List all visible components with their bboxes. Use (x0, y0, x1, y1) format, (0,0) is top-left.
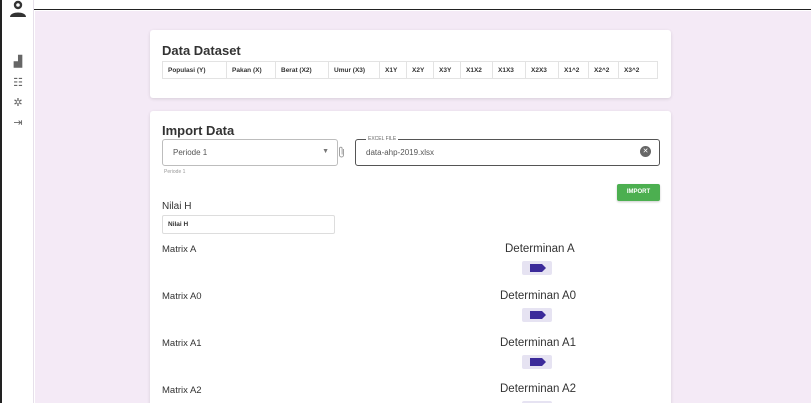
main-content: Data Dataset Populasi (Y) Pakan (X) Bera… (35, 11, 811, 403)
dataset-header-row: Populasi (Y) Pakan (X) Berat (X2) Umur (… (162, 61, 658, 79)
determinan-a0-label: Determinan A0 (500, 290, 577, 302)
determinan-a1-value[interactable] (522, 355, 552, 369)
column-header: X2Y (406, 61, 434, 79)
tag-icon (530, 264, 546, 272)
dashboard-icon[interactable]: ▟ (11, 55, 25, 69)
column-header: X1^2 (558, 61, 589, 79)
column-header: Berat (X2) (275, 61, 329, 79)
matrix-a-label: Matrix A (162, 244, 197, 255)
logout-icon[interactable]: ⇥ (11, 116, 25, 130)
chevron-down-icon: ▼ (322, 148, 329, 155)
dataset-card: Data Dataset Populasi (Y) Pakan (X) Bera… (150, 30, 671, 98)
column-header: X3^2 (618, 61, 658, 79)
column-header: Umur (X3) (328, 61, 380, 79)
nilai-h-input[interactable]: Nilai H (162, 215, 335, 234)
period-select[interactable]: Periode 1 ▼ (162, 139, 338, 166)
column-header: Populasi (Y) (162, 61, 227, 79)
excel-file-legend: EXCEL FILE (366, 136, 399, 142)
column-header: Pakan (X) (226, 61, 276, 79)
column-header: X1X3 (492, 61, 526, 79)
matrix-a0-label: Matrix A0 (162, 291, 202, 302)
import-title: Import Data (162, 123, 235, 138)
user-icon[interactable] (8, 0, 28, 18)
matrix-a2-label: Matrix A2 (162, 385, 202, 396)
excel-file-value: data-ahp-2019.xlsx (366, 148, 435, 157)
excel-file-input[interactable]: EXCEL FILE data-ahp-2019.xlsx ✕ (355, 136, 660, 166)
clear-icon[interactable]: ✕ (640, 146, 651, 157)
column-header: X3Y (433, 61, 461, 79)
period-select-hint: Periode 1 (164, 169, 186, 175)
period-select-value: Periode 1 (173, 148, 208, 157)
tag-icon (530, 358, 546, 366)
settings-icon[interactable]: ✲ (11, 96, 25, 110)
column-header: X1Y (379, 61, 407, 79)
determinan-a1-label: Determinan A1 (500, 337, 577, 349)
nilai-h-label: Nilai H (162, 201, 192, 212)
determinan-a-value[interactable] (522, 261, 552, 275)
data-icon[interactable]: ☷ (11, 76, 25, 90)
column-header: X1X2 (460, 61, 493, 79)
tag-icon (530, 311, 546, 319)
window-top-bar (0, 0, 811, 10)
nilai-h-placeholder: Nilai H (168, 221, 189, 228)
determinan-a2-label: Determinan A2 (500, 383, 577, 395)
dataset-title: Data Dataset (162, 43, 241, 58)
paperclip-icon[interactable] (338, 146, 345, 161)
dataset-table: Populasi (Y) Pakan (X) Berat (X2) Umur (… (162, 61, 658, 79)
column-header: X2X3 (525, 61, 559, 79)
matrix-a1-label: Matrix A1 (162, 338, 202, 349)
sidebar: ▟ ☷ ✲ ⇥ (2, 0, 34, 403)
column-header: X2^2 (588, 61, 619, 79)
import-card: Import Data Periode 1 ▼ Periode 1 EXCEL … (150, 111, 671, 403)
determinan-a-label: Determinan A (505, 243, 575, 255)
import-button[interactable]: IMPORT (617, 184, 660, 201)
determinan-a0-value[interactable] (522, 308, 552, 322)
